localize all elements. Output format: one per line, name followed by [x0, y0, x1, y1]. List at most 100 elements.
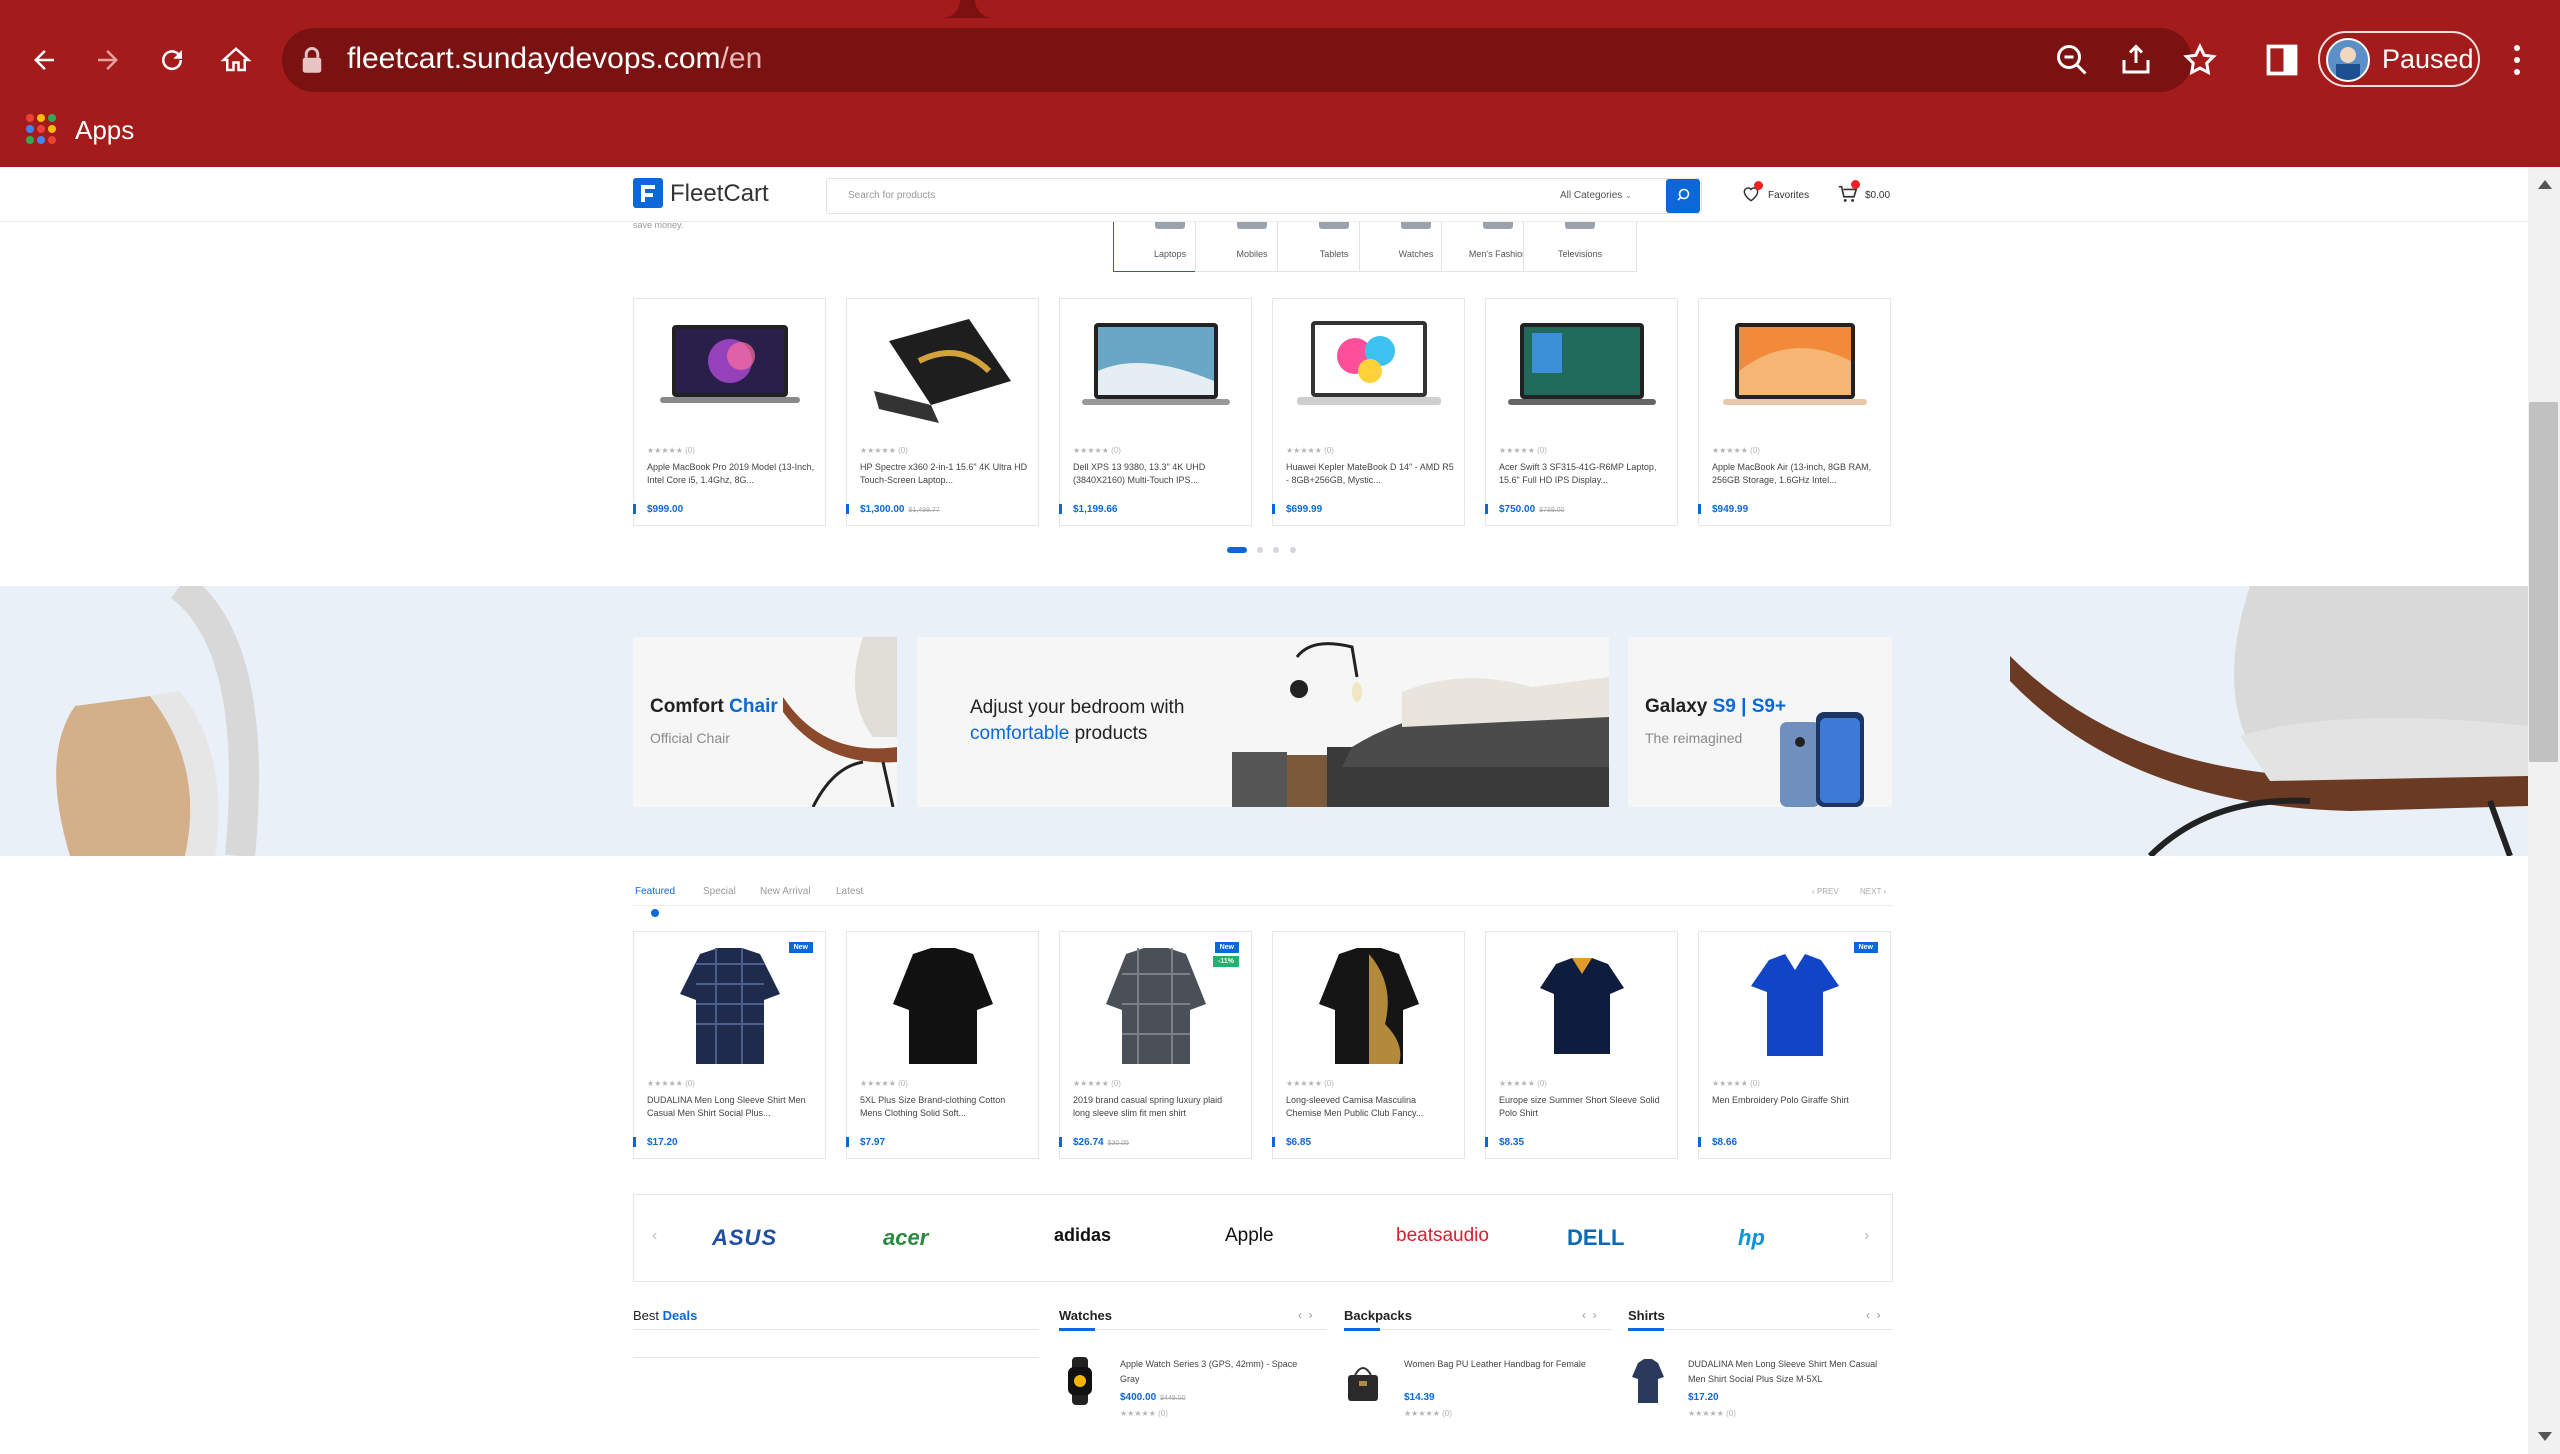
product-name[interactable]: Apple MacBook Pro 2019 Model (13-Inch, I…	[647, 461, 815, 487]
backpack-name[interactable]: Women Bag PU Leather Handbag for Female	[1404, 1357, 1600, 1372]
product-name[interactable]: 5XL Plus Size Brand-clothing Cotton Mens…	[860, 1094, 1028, 1120]
product-image[interactable]	[646, 311, 814, 435]
brand-logo-beatsaudio[interactable]: beatsaudio	[1396, 1225, 1489, 1247]
product-card[interactable]: ★★★★★ (0) Dell XPS 13 9380, 13.3" 4K UHD …	[1059, 298, 1252, 526]
shirt-name[interactable]: DUDALINA Men Long Sleeve Shirt Men Casua…	[1688, 1357, 1884, 1387]
rating-stars: ★★★★★	[1712, 446, 1748, 455]
tab-new-arrival[interactable]: New Arrival	[760, 886, 811, 897]
tab-featured[interactable]: Featured	[635, 886, 675, 897]
category-select[interactable]: All Categories ⌄	[1560, 190, 1632, 201]
backpacks-arrows[interactable]: ‹ ›	[1582, 1308, 1597, 1322]
brand-logo-adidas[interactable]: adidas	[1054, 1225, 1111, 1246]
lock-icon[interactable]	[298, 45, 326, 75]
scroll-down-arrow[interactable]	[2538, 1432, 2552, 1441]
scroll-up-arrow[interactable]	[2538, 180, 2552, 189]
product-name[interactable]: Dell XPS 13 9380, 13.3" 4K UHD (3840X216…	[1073, 461, 1241, 487]
brands-next-arrow[interactable]: ›	[1864, 1227, 1869, 1245]
banner-title-b: Chair	[729, 696, 778, 717]
watch-name[interactable]: Apple Watch Series 3 (GPS, 42mm) - Space…	[1120, 1357, 1316, 1387]
product-card[interactable]: ★★★★★ (0) Europe size Summer Short Sleeve…	[1485, 931, 1678, 1159]
watch-price-value: $400.00	[1120, 1392, 1157, 1403]
product-card[interactable]: New ★★★★★ (0) DUDALINA Men Long Sleeve Shi…	[633, 931, 826, 1159]
banner-bedroom[interactable]: Adjust your bedroom with comfortable pro…	[917, 637, 1609, 807]
product-card[interactable]: New ★★★★★ (0) Men Embroidery Polo Giraffe …	[1698, 931, 1891, 1159]
apps-bookmark[interactable]: Apps	[75, 115, 134, 146]
banner-comfort-chair[interactable]: Comfort Chair Official Chair	[633, 637, 897, 807]
reload-button[interactable]	[148, 36, 196, 84]
home-button[interactable]	[212, 36, 260, 84]
cart-total[interactable]: $0.00	[1865, 190, 1890, 201]
product-name[interactable]: DUDALINA Men Long Sleeve Shirt Men Casua…	[647, 1094, 815, 1120]
shirts-arrows[interactable]: ‹ ›	[1866, 1308, 1881, 1322]
prev-button[interactable]: ‹ PREV	[1812, 887, 1839, 896]
product-name[interactable]: Men Embroidery Polo Giraffe Shirt	[1712, 1094, 1880, 1120]
banner-galaxy[interactable]: Galaxy S9 | S9+ The reimagined	[1628, 637, 1892, 807]
product-card[interactable]: ★★★★★ (0) Acer Swift 3 SF315-41G-R6MP Lap…	[1485, 298, 1678, 526]
tab-latest[interactable]: Latest	[836, 886, 863, 897]
rating-stars: ★★★★★	[1073, 1079, 1109, 1088]
price-value: $8.35	[1499, 1137, 1525, 1148]
sidebar-toggle-icon[interactable]	[2264, 42, 2300, 78]
product-name[interactable]: Long-sleeved Camisa Masculina Chemise Me…	[1286, 1094, 1454, 1120]
share-icon[interactable]	[2118, 42, 2154, 78]
search-button[interactable]	[1666, 179, 1700, 213]
brands-prev-arrow[interactable]: ‹	[652, 1227, 657, 1245]
product-card[interactable]: ★★★★★ (0) Long-sleeved Camisa Masculina C…	[1272, 931, 1465, 1159]
product-price: $26.74 $30.05	[1073, 1137, 1129, 1148]
product-image[interactable]	[1072, 311, 1240, 435]
back-button[interactable]	[20, 36, 68, 84]
product-name[interactable]: HP Spectre x360 2-in-1 15.6" 4K Ultra HD…	[860, 461, 1028, 487]
product-name[interactable]: 2019 brand casual spring luxury plaid lo…	[1073, 1094, 1241, 1120]
product-image[interactable]	[859, 311, 1027, 435]
product-image[interactable]	[646, 944, 814, 1068]
apps-grid-icon[interactable]	[26, 114, 56, 144]
product-image[interactable]	[1711, 944, 1879, 1068]
brand-logo-apple[interactable]: Apple	[1225, 1225, 1274, 1247]
brand-logo-dell[interactable]: DELL	[1567, 1225, 1624, 1251]
carousel-dot-2[interactable]	[1257, 547, 1263, 553]
scrollbar-thumb[interactable]	[2529, 402, 2558, 762]
more-menu-icon[interactable]	[2512, 40, 2522, 80]
forward-button[interactable]	[84, 36, 132, 84]
favorites-link[interactable]: Favorites	[1768, 190, 1809, 201]
tab-special[interactable]: Special	[703, 886, 736, 897]
review-count: (0)	[1111, 446, 1121, 455]
brand-logo-acer[interactable]: acer	[883, 1225, 928, 1251]
product-image[interactable]	[1498, 944, 1666, 1068]
product-image[interactable]	[859, 944, 1027, 1068]
product-card[interactable]: ★★★★★ (0) Apple MacBook Air (13-inch, 8GB…	[1698, 298, 1891, 526]
product-card[interactable]: New -11% ★★★★★ (0) 2019 brand casual spring…	[1059, 931, 1252, 1159]
url-text[interactable]: fleetcart.sundaydevops.com/en	[347, 42, 762, 76]
product-name[interactable]: Europe size Summer Short Sleeve Solid Po…	[1499, 1094, 1667, 1120]
category-tab-televisions[interactable]: Televisions	[1523, 219, 1637, 272]
rating-stars: ★★★★★	[860, 446, 896, 455]
carousel-dot-1[interactable]	[1227, 547, 1247, 553]
star-bookmark-icon[interactable]	[2182, 42, 2218, 78]
product-card[interactable]: ★★★★★ (0) 5XL Plus Size Brand-clothing Co…	[846, 931, 1039, 1159]
product-card[interactable]: ★★★★★ (0) Huawei Kepler MateBook D 14" - …	[1272, 298, 1465, 526]
product-image[interactable]	[1285, 944, 1453, 1068]
scrollbar[interactable]	[2528, 167, 2560, 1454]
tab-right[interactable]	[975, 0, 2560, 18]
product-card[interactable]: ★★★★★ (0) Apple MacBook Pro 2019 Model (1…	[633, 298, 826, 526]
discount-badge: -11%	[1213, 956, 1239, 967]
brand-logo-asus[interactable]: ASUS	[712, 1225, 777, 1251]
product-image[interactable]	[1498, 311, 1666, 435]
carousel-dot-4[interactable]	[1290, 547, 1296, 553]
tab-left[interactable]	[0, 0, 960, 18]
product-image[interactable]	[1711, 311, 1879, 435]
logo-icon[interactable]	[633, 178, 663, 208]
next-button[interactable]: NEXT ›	[1860, 887, 1886, 896]
product-name[interactable]: Acer Swift 3 SF315-41G-R6MP Laptop, 15.6…	[1499, 461, 1667, 487]
product-name[interactable]: Huawei Kepler MateBook D 14" - AMD R5 - …	[1286, 461, 1454, 487]
logo-text[interactable]: FleetCart	[670, 180, 769, 208]
carousel-dot-3[interactable]	[1273, 547, 1279, 553]
brand-logo-hp[interactable]: hp	[1738, 1225, 1765, 1251]
product-card[interactable]: ★★★★★ (0) HP Spectre x360 2-in-1 15.6" 4K…	[846, 298, 1039, 526]
product-price: $949.99	[1712, 504, 1748, 515]
price-marker	[633, 1137, 636, 1147]
product-image[interactable]	[1285, 311, 1453, 435]
zoom-icon[interactable]	[2054, 42, 2090, 78]
product-name[interactable]: Apple MacBook Air (13-inch, 8GB RAM, 256…	[1712, 461, 1880, 487]
watches-arrows[interactable]: ‹ ›	[1298, 1308, 1313, 1322]
